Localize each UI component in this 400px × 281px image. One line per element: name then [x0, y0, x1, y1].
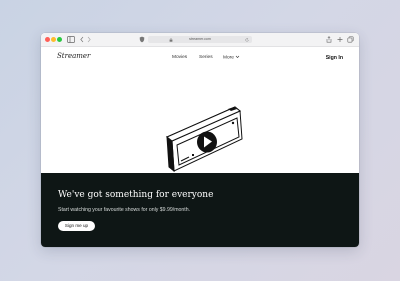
- sign-in-link[interactable]: Sign In: [326, 55, 343, 61]
- minimize-window-button[interactable]: [51, 37, 56, 42]
- hero-banner: We've got something for everyone Start w…: [41, 173, 359, 247]
- browser-titlebar: streamer.com: [41, 33, 359, 47]
- tabs-overview-icon[interactable]: [347, 36, 354, 43]
- nav-link-series[interactable]: Series: [199, 55, 213, 60]
- video-card-illustration: [166, 106, 243, 173]
- privacy-shield-icon[interactable]: [139, 36, 145, 43]
- new-tab-icon[interactable]: [337, 36, 343, 43]
- play-icon: [197, 131, 217, 153]
- nav-link-more[interactable]: More: [223, 55, 240, 60]
- share-icon[interactable]: [326, 36, 332, 43]
- site-navbar: Streamer Movies Series More Sign In: [41, 47, 359, 75]
- reload-icon[interactable]: [245, 37, 249, 42]
- site-logo[interactable]: Streamer: [57, 52, 90, 60]
- nav-link-more-label: More: [223, 55, 234, 61]
- url-text: streamer.com: [189, 37, 211, 41]
- hero-subtext: Start watching your favourite shows for …: [58, 207, 191, 213]
- address-bar[interactable]: streamer.com: [148, 36, 252, 43]
- sign-up-button[interactable]: Sign me up: [58, 221, 95, 231]
- hero-headline: We've got something for everyone: [58, 190, 214, 200]
- back-icon[interactable]: [79, 36, 85, 43]
- forward-icon[interactable]: [86, 36, 92, 43]
- zoom-window-button[interactable]: [57, 37, 62, 42]
- browser-window: streamer.com Streamer Movies Series More: [41, 33, 359, 247]
- close-window-button[interactable]: [45, 37, 50, 42]
- sidebar-icon[interactable]: [67, 36, 75, 43]
- nav-link-movies[interactable]: Movies: [172, 55, 187, 60]
- chevron-down-icon: [236, 55, 240, 59]
- lock-icon: [169, 37, 173, 42]
